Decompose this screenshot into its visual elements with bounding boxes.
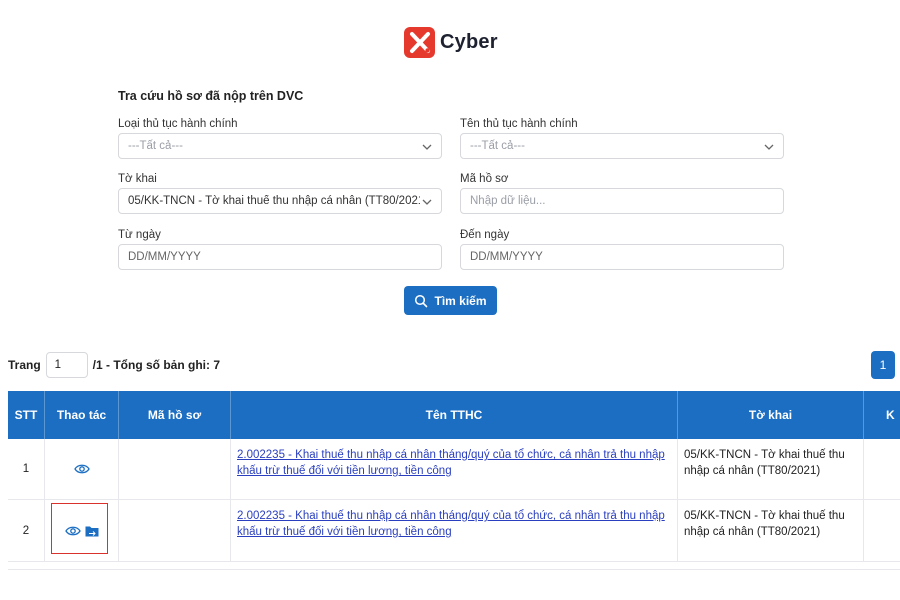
header-declaration: Tờ khai xyxy=(678,391,864,439)
chevron-down-icon xyxy=(422,144,432,150)
declaration-text: 05/KK-TNCN - Tờ khai thuế thu nhập cá nh… xyxy=(684,449,845,477)
table-row: 1 2.002235 - Khai thuế thu nhập cá nhân … xyxy=(8,439,900,500)
highlight-box xyxy=(51,503,108,554)
brand-logo: Cyber xyxy=(404,26,498,58)
procedure-link[interactable]: 2.002235 - Khai thuế thu nhập cá nhân th… xyxy=(231,439,677,479)
row-file-code xyxy=(119,500,231,561)
chevron-down-icon xyxy=(422,199,432,205)
row-declaration: 05/KK-TNCN - Tờ khai thuế thu nhập cá nh… xyxy=(678,500,864,561)
page-number-input[interactable]: 1 xyxy=(45,352,88,378)
row-stt: 1 xyxy=(8,439,45,499)
eye-icon[interactable] xyxy=(73,463,90,475)
declaration-label: Tờ khai xyxy=(118,173,157,185)
file-code-placeholder: Nhập dữ liệu... xyxy=(470,195,546,207)
file-code-label: Mã hồ sơ xyxy=(460,173,509,185)
brand-name: Cyber xyxy=(440,30,498,53)
chevron-down-icon xyxy=(764,144,774,150)
header-file-code: Mã hồ sơ xyxy=(119,391,231,439)
record-summary: /1 - Tổng số bản ghi: 7 xyxy=(92,358,221,372)
row-declaration: 05/KK-TNCN - Tờ khai thuế thu nhập cá nh… xyxy=(678,439,864,499)
from-date-placeholder: DD/MM/YYYY xyxy=(128,251,201,263)
declaration-select[interactable]: 05/KK-TNCN - Tờ khai thuế thu nhập cá nh… xyxy=(118,188,442,214)
search-icon xyxy=(415,294,428,307)
x-logo-icon xyxy=(404,26,435,58)
table-header: STT Thao tác Mã hồ sơ Tên TTHC Tờ khai K xyxy=(8,391,900,439)
page-number-value: 1 xyxy=(54,359,62,371)
row-actions xyxy=(45,439,119,499)
row-file-code xyxy=(119,439,231,499)
page-prefix: Trang xyxy=(8,358,41,372)
procedure-name-value: ---Tất cả--- xyxy=(470,140,525,152)
form-title: Tra cứu hồ sơ đã nộp trên DVC xyxy=(118,89,304,103)
procedure-type-select[interactable]: ---Tất cả--- xyxy=(118,133,442,159)
from-date-label: Từ ngày xyxy=(118,229,161,241)
row-procedure: 2.002235 - Khai thuế thu nhập cá nhân th… xyxy=(231,439,678,499)
header-procedure: Tên TTHC xyxy=(231,391,678,439)
header-stt: STT xyxy=(8,391,45,439)
to-date-input[interactable]: DD/MM/YYYY xyxy=(460,244,784,270)
table-bottom-divider xyxy=(8,569,900,570)
to-date-label: Đến ngày xyxy=(460,229,510,241)
file-code-input[interactable]: Nhập dữ liệu... xyxy=(460,188,784,214)
results-table: STT Thao tác Mã hồ sơ Tên TTHC Tờ khai K… xyxy=(8,391,900,569)
search-button[interactable]: Tìm kiếm xyxy=(404,286,497,315)
procedure-type-label: Loại thủ tục hành chính xyxy=(118,118,238,130)
page-1-button[interactable]: 1 xyxy=(871,351,895,379)
search-button-label: Tìm kiếm xyxy=(434,293,487,308)
procedure-link[interactable]: 2.002235 - Khai thuế thu nhập cá nhân th… xyxy=(231,500,677,540)
procedure-type-value: ---Tất cả--- xyxy=(128,140,183,152)
from-date-input[interactable]: DD/MM/YYYY xyxy=(118,244,442,270)
table-row: 2 2.002235 - Khai thuế thu nhập cá nhân … xyxy=(8,500,900,562)
declaration-value: 05/KK-TNCN - Tờ khai thuế thu nhập cá nh… xyxy=(128,195,420,207)
procedure-name-select[interactable]: ---Tất cả--- xyxy=(460,133,784,159)
declaration-text: 05/KK-TNCN - Tờ khai thuế thu nhập cá nh… xyxy=(684,510,845,538)
pagination-bar: Trang 1 /1 - Tổng số bản ghi: 7 xyxy=(8,352,220,378)
to-date-placeholder: DD/MM/YYYY xyxy=(470,251,543,263)
row-procedure: 2.002235 - Khai thuế thu nhập cá nhân th… xyxy=(231,500,678,561)
procedure-name-label: Tên thủ tục hành chính xyxy=(460,118,578,130)
header-actions: Thao tác xyxy=(45,391,119,439)
header-extra: K xyxy=(886,408,895,422)
row-stt: 2 xyxy=(8,500,45,561)
